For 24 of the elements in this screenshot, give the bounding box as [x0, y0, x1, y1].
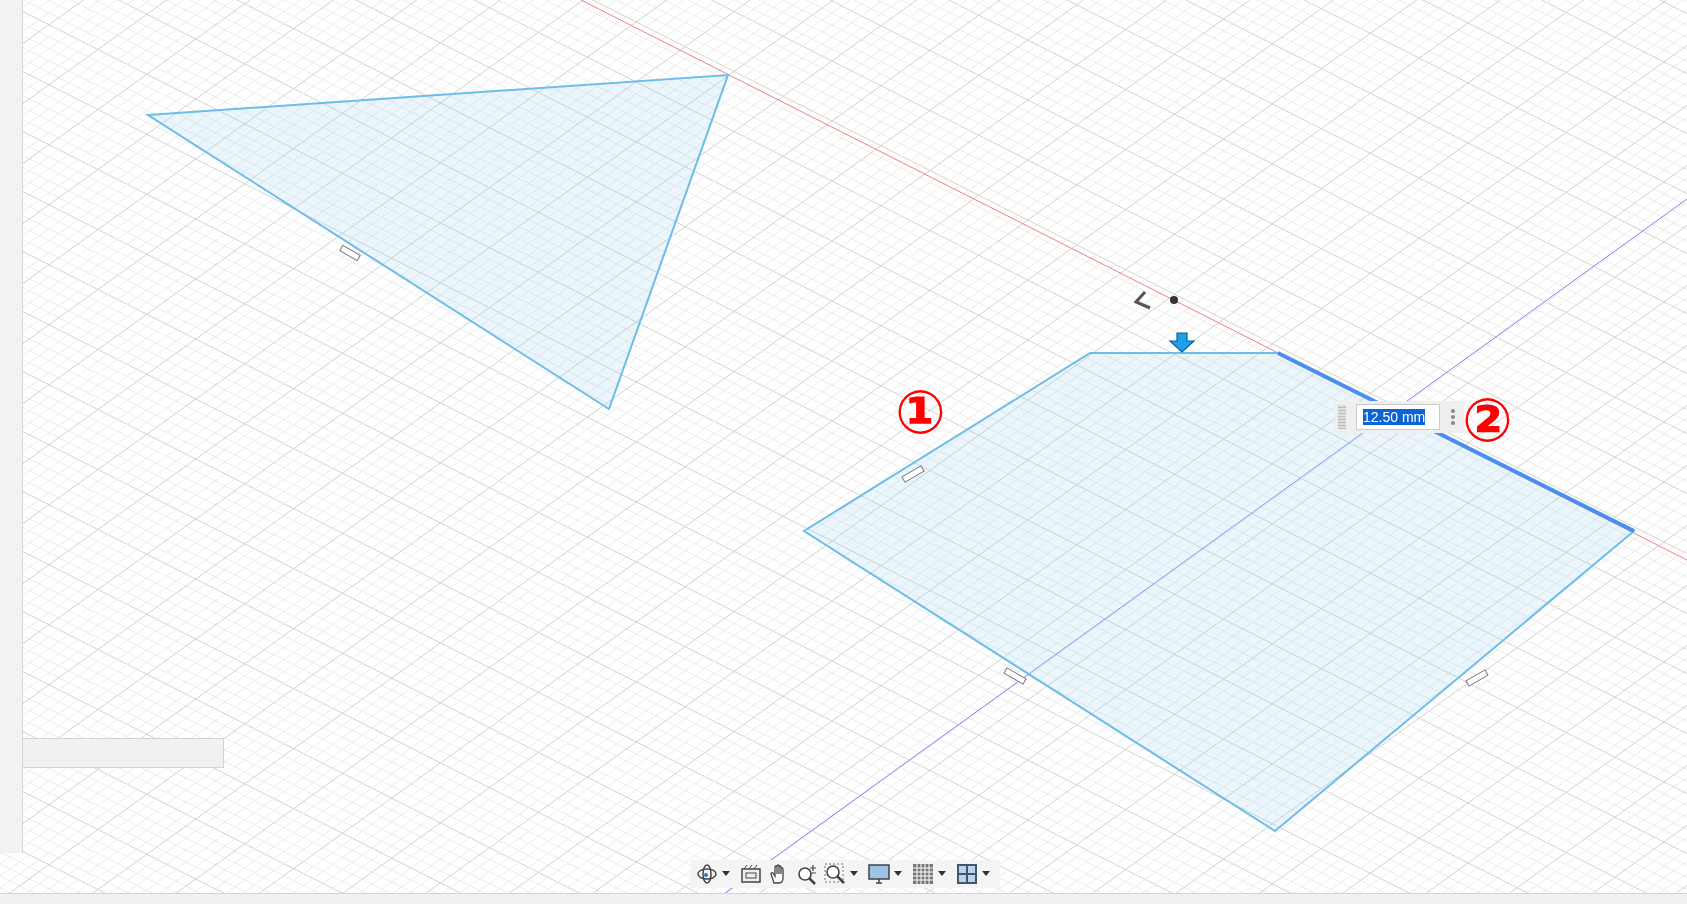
parallel-constraint-icon	[901, 465, 925, 483]
parallel-constraint-icon	[1003, 667, 1027, 685]
zoom-fit-icon[interactable]	[824, 863, 846, 885]
down-arrow-icon[interactable]	[1168, 332, 1196, 353]
camera-icon[interactable]	[740, 863, 762, 885]
point-marker	[1170, 296, 1178, 304]
step-number-label: ①	[895, 382, 946, 442]
caret-icon[interactable]	[938, 871, 946, 877]
perpendicular-constraint-icon	[1133, 291, 1151, 310]
parallel-constraint-icon	[1465, 669, 1489, 687]
drag-handle-icon[interactable]	[1338, 405, 1346, 429]
monitor-icon[interactable]	[868, 863, 890, 885]
parallel-constraint-icon	[339, 244, 361, 262]
zoom-icon[interactable]	[796, 863, 818, 885]
grid-icon[interactable]	[912, 863, 934, 885]
step-number-label: ②	[1462, 390, 1513, 450]
caret-icon[interactable]	[850, 871, 858, 877]
more-options-icon[interactable]	[1450, 408, 1456, 426]
dimension-input-field[interactable]: 12.50 mm	[1356, 404, 1440, 430]
caret-icon[interactable]	[982, 871, 990, 877]
caret-icon[interactable]	[894, 871, 902, 877]
viewports-icon[interactable]	[956, 863, 978, 885]
orbit-icon[interactable]	[696, 863, 718, 885]
caret-icon[interactable]	[722, 871, 730, 877]
